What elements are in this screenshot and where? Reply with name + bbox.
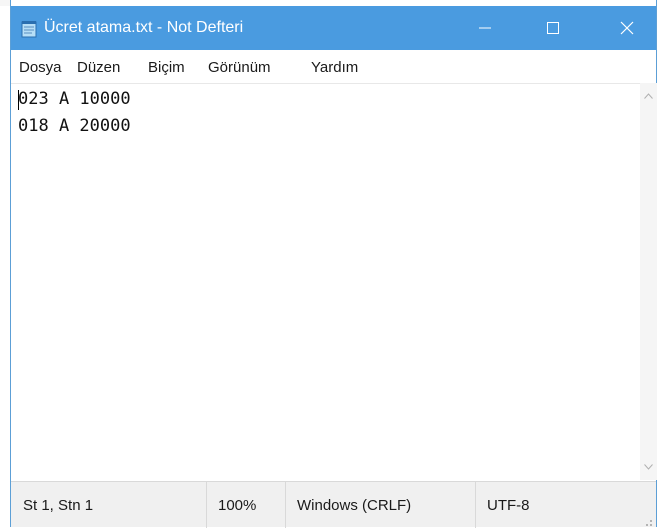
cursor-position: St 1, Stn 1 [23, 496, 94, 514]
menu-format[interactable]: Biçim [148, 59, 185, 76]
menu-view[interactable]: Görünüm [208, 59, 271, 76]
menu-help[interactable]: Yardım [311, 59, 358, 76]
maximize-icon [547, 22, 559, 34]
chevron-up-icon [644, 93, 653, 99]
minimize-button[interactable] [462, 6, 508, 50]
close-button[interactable] [604, 6, 650, 50]
title-bar[interactable]: Ücret atama.txt - Not Defteri [11, 6, 656, 50]
scroll-down-button[interactable] [640, 460, 657, 474]
notepad-icon [20, 20, 38, 38]
encoding: UTF-8 [487, 496, 530, 514]
status-divider [475, 482, 476, 528]
text-line: 018 A 20000 [18, 116, 131, 136]
scroll-up-button[interactable] [640, 89, 657, 103]
close-icon [620, 21, 634, 35]
status-bar: St 1, Stn 1 100% Windows (CRLF) UTF-8 [11, 481, 656, 528]
window-title: Ücret atama.txt - Not Defteri [44, 19, 244, 36]
minimize-icon [479, 27, 491, 29]
resize-grip-icon[interactable] [643, 514, 653, 526]
chevron-down-icon [644, 464, 653, 470]
text-editor[interactable]: 023 A 10000 018 A 20000 [11, 83, 640, 480]
notepad-window: Ücret atama.txt - Not Defteri Dosya Düze… [10, 0, 657, 528]
menu-edit[interactable]: Düzen [77, 59, 120, 76]
status-divider [206, 482, 207, 528]
line-ending: Windows (CRLF) [297, 496, 412, 514]
maximize-button[interactable] [530, 6, 576, 50]
status-divider [285, 482, 286, 528]
vertical-scrollbar[interactable] [640, 83, 657, 480]
text-line: 023 A 10000 [18, 89, 131, 109]
menu-bar: Dosya Düzen Biçim Görünüm Yardım [11, 50, 656, 83]
menu-file[interactable]: Dosya [19, 59, 62, 76]
zoom-level: 100% [218, 496, 257, 514]
